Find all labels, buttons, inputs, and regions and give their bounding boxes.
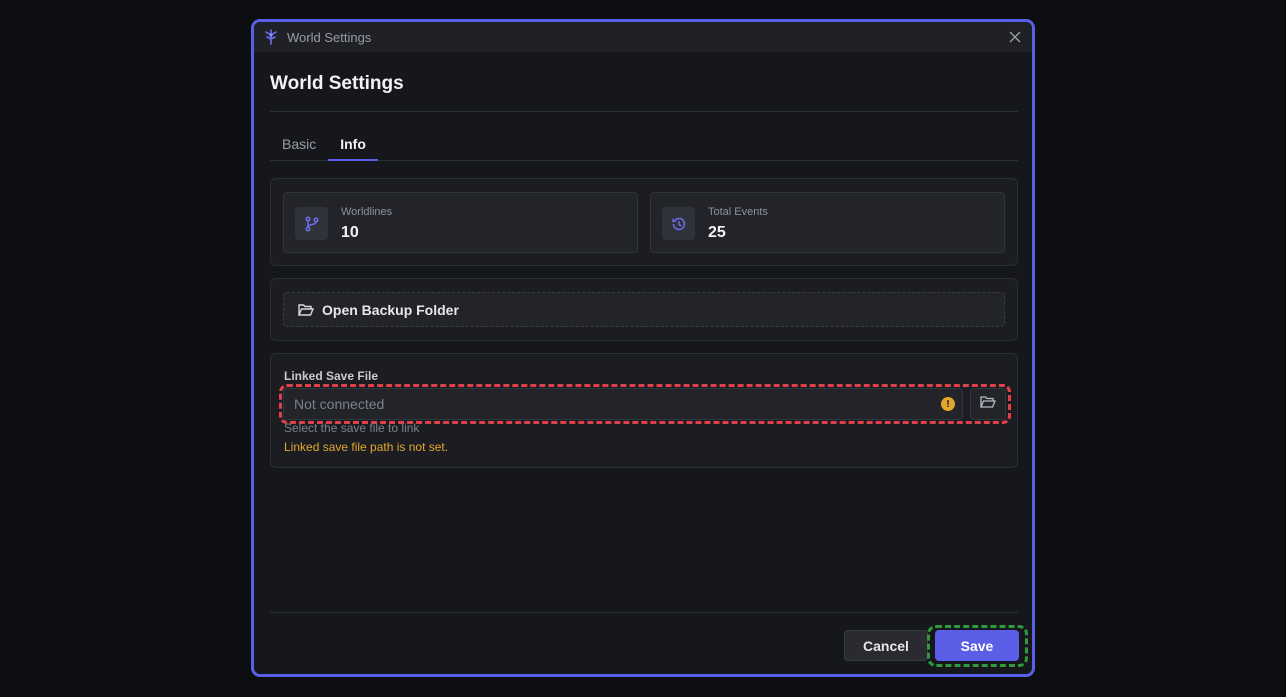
close-icon[interactable]	[1006, 28, 1024, 46]
heading-divider	[270, 111, 1018, 112]
branch-icon	[295, 207, 328, 240]
browse-save-file-button[interactable]	[970, 388, 1006, 420]
stat-total-events: Total Events 25	[650, 192, 1005, 253]
stat-value: 25	[708, 224, 726, 241]
stat-worldlines: Worldlines 10	[283, 192, 638, 253]
footer-divider	[270, 612, 1018, 613]
linked-save-hint: Select the save file to link	[284, 421, 420, 435]
backup-card: Open Backup Folder	[270, 278, 1018, 341]
warning-icon: !	[941, 397, 955, 411]
linked-save-card: Linked Save File ! Select the save file …	[270, 353, 1018, 468]
title-bar: World Settings	[254, 22, 1032, 52]
folder-open-icon	[298, 303, 314, 317]
linked-save-input-wrapper: !	[283, 388, 963, 420]
stats-card: Worldlines 10 Total Events 25	[270, 178, 1018, 266]
world-settings-dialog: World Settings World Settings Basic Info…	[251, 19, 1035, 677]
dialog-heading: World Settings	[270, 73, 404, 94]
tab-basic[interactable]: Basic	[270, 132, 328, 161]
stat-label: Total Events	[708, 206, 768, 218]
open-backup-folder-label: Open Backup Folder	[322, 301, 459, 318]
cancel-button[interactable]: Cancel	[844, 630, 928, 661]
history-icon	[662, 207, 695, 240]
app-logo-icon	[263, 29, 279, 45]
save-button[interactable]: Save	[935, 630, 1019, 661]
linked-save-input[interactable]	[284, 389, 962, 419]
open-backup-folder-button[interactable]: Open Backup Folder	[283, 292, 1005, 327]
stat-value: 10	[341, 224, 359, 241]
stat-label: Worldlines	[341, 206, 393, 218]
tab-info[interactable]: Info	[328, 132, 378, 161]
tab-bar: Basic Info	[270, 132, 1018, 161]
window-title: World Settings	[287, 29, 372, 45]
linked-save-error: Linked save file path is not set.	[284, 440, 449, 454]
folder-open-icon	[980, 395, 996, 414]
linked-save-label: Linked Save File	[284, 369, 379, 383]
